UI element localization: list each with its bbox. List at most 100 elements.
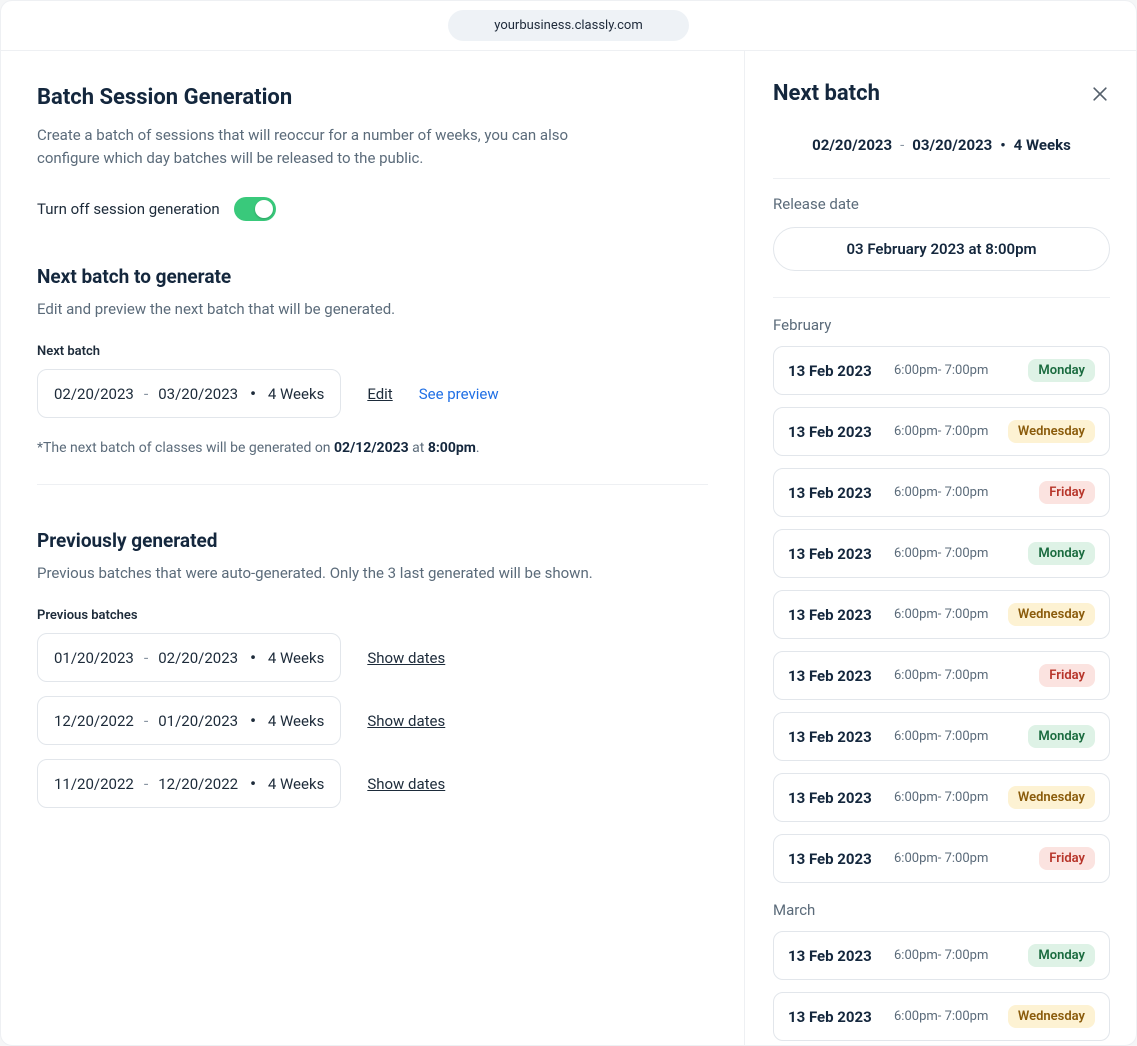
previous-field-label: Previous batches xyxy=(37,608,708,623)
dash-icon: - xyxy=(900,136,904,154)
previous-title: Previously generated xyxy=(37,529,708,552)
note-date: 02/12/2023 xyxy=(334,440,409,456)
date-card-time: 6:00pm- 7:00pm xyxy=(894,1009,996,1024)
page-description: Create a batch of sessions that will reo… xyxy=(37,124,597,169)
previous-batch-pill: 11/20/2022-12/20/2022•4 Weeks xyxy=(37,759,341,808)
show-dates-link[interactable]: Show dates xyxy=(367,712,445,730)
previous-batch-row: 11/20/2022-12/20/2022•4 Weeks Show dates xyxy=(37,759,708,808)
prev-batch-end: 02/20/2023 xyxy=(158,649,238,667)
note-prefix: *The next batch of classes will be gener… xyxy=(37,440,334,456)
side-range-weeks: 4 Weeks xyxy=(1014,136,1071,154)
date-card-time: 6:00pm- 7:00pm xyxy=(894,668,1027,683)
prev-batch-start: 11/20/2022 xyxy=(54,775,134,793)
date-card-date: 13 Feb 2023 xyxy=(788,789,882,807)
next-batch-weeks: 4 Weeks xyxy=(268,385,324,403)
note-time: 8:00pm xyxy=(428,440,476,456)
previous-batch-row: 01/20/2023-02/20/2023 • 4 Weeks Show dates xyxy=(37,633,708,682)
day-badge: Monday xyxy=(1028,725,1095,748)
day-badge: Monday xyxy=(1028,359,1095,382)
see-preview-link[interactable]: See preview xyxy=(419,385,499,403)
date-card-date: 13 Feb 2023 xyxy=(788,484,882,502)
date-card-date: 13 Feb 2023 xyxy=(788,947,882,965)
date-card-time: 6:00pm- 7:00pm xyxy=(894,851,1027,866)
page-title: Batch Session Generation xyxy=(37,85,708,110)
dash-icon: - xyxy=(144,384,148,403)
date-card: 13 Feb 2023 6:00pm- 7:00pm Monday xyxy=(773,529,1110,578)
day-badge: Friday xyxy=(1039,664,1095,687)
day-badge: Wednesday xyxy=(1008,786,1095,809)
url-pill: yourbusiness.classly.com xyxy=(448,10,688,41)
date-card-time: 6:00pm- 7:00pm xyxy=(894,948,1016,963)
note-at: at xyxy=(409,440,428,456)
day-badge: Monday xyxy=(1028,542,1095,565)
dash-icon: - xyxy=(144,774,148,793)
date-card: 13 Feb 2023 6:00pm- 7:00pm Monday xyxy=(773,712,1110,761)
prev-batch-end: 12/20/2022 xyxy=(158,775,238,793)
main-panel: Batch Session Generation Create a batch … xyxy=(1,51,744,1045)
date-card-date: 13 Feb 2023 xyxy=(788,545,882,563)
date-card-time: 6:00pm- 7:00pm xyxy=(894,729,1016,744)
date-card: 13 Feb 2023 6:00pm- 7:00pm Friday xyxy=(773,468,1110,517)
session-generation-toggle[interactable] xyxy=(234,197,276,221)
date-card: 13 Feb 20236:00pm- 7:00pmFriday xyxy=(773,651,1110,700)
date-card-time: 6:00pm- 7:00pm xyxy=(894,424,996,439)
date-card-date: 13 Feb 2023 xyxy=(788,606,882,624)
date-card-time: 6:00pm- 7:00pm xyxy=(894,546,1016,561)
dot-icon: • xyxy=(250,384,256,403)
prev-batch-weeks: 4 Weeks xyxy=(268,775,324,793)
date-card: 13 Feb 2023 6:00pm- 7:00pm Wednesday xyxy=(773,590,1110,639)
prev-batch-end: 01/20/2023 xyxy=(158,712,238,730)
next-batch-start: 02/20/2023 xyxy=(54,385,134,403)
next-batch-field-label: Next batch xyxy=(37,344,708,359)
date-card-date: 13 Feb 2023 xyxy=(788,728,882,746)
date-card-date: 13 Feb 2023 xyxy=(788,1008,882,1026)
dash-icon: - xyxy=(144,648,148,667)
release-date-value: 03 February 2023 at 8:00pm xyxy=(773,227,1110,271)
note-suffix: . xyxy=(476,440,480,456)
previous-desc: Previous batches that were auto-generate… xyxy=(37,564,708,582)
side-panel-title: Next batch xyxy=(773,81,880,106)
edit-link[interactable]: Edit xyxy=(367,385,392,403)
close-icon[interactable] xyxy=(1090,84,1110,104)
side-range: 02/20/2023-03/20/2023•4 Weeks xyxy=(773,136,1110,154)
date-card-time: 6:00pm- 7:00pm xyxy=(894,363,1016,378)
day-badge: Wednesday xyxy=(1008,603,1095,626)
prev-batch-weeks: 4 Weeks xyxy=(268,649,324,667)
prev-batch-start: 12/20/2022 xyxy=(54,712,134,730)
next-batch-section: Next batch to generate Edit and preview … xyxy=(37,265,708,485)
date-card-time: 6:00pm- 7:00pm xyxy=(894,607,996,622)
previous-batch-pill: 01/20/2023-02/20/2023 • 4 Weeks xyxy=(37,633,341,682)
date-card-time: 6:00pm- 7:00pm xyxy=(894,790,996,805)
toggle-label: Turn off session generation xyxy=(37,200,220,218)
titlebar: yourbusiness.classly.com xyxy=(1,1,1136,51)
app-window: yourbusiness.classly.com Batch Session G… xyxy=(0,0,1137,1046)
show-dates-link[interactable]: Show dates xyxy=(367,649,445,667)
date-card-date: 13 Feb 2023 xyxy=(788,362,882,380)
month-title: February xyxy=(773,316,1110,334)
prev-batch-start: 01/20/2023 xyxy=(54,649,134,667)
next-batch-note: *The next batch of classes will be gener… xyxy=(37,440,708,456)
previous-list: 01/20/2023-02/20/2023•4 WeeksShow dates1… xyxy=(37,633,708,808)
date-card: 13 Feb 20236:00pm- 7:00pmMonday xyxy=(773,931,1110,980)
day-badge: Friday xyxy=(1039,481,1095,504)
side-panel-header: Next batch xyxy=(773,81,1110,106)
show-dates-link[interactable]: Show dates xyxy=(367,775,445,793)
month-title: March xyxy=(773,901,1110,919)
previous-section: Previously generated Previous batches th… xyxy=(37,529,708,808)
date-card: 13 Feb 2023 6:00pm- 7:00pm Wednesday xyxy=(773,773,1110,822)
date-card: 13 Feb 20236:00pm- 7:00pmFriday xyxy=(773,834,1110,883)
date-card: 13 Feb 2023 6:00pm- 7:00pm Monday xyxy=(773,346,1110,395)
day-badge: Wednesday xyxy=(1008,1005,1095,1028)
next-batch-pill: 02/20/2023 - 03/20/2023 • 4 Weeks xyxy=(37,369,341,418)
previous-batch-pill: 12/20/2022-01/20/2023•4 Weeks xyxy=(37,696,341,745)
side-range-end: 03/20/2023 xyxy=(912,136,992,154)
side-range-start: 02/20/2023 xyxy=(812,136,892,154)
divider xyxy=(773,297,1110,298)
divider xyxy=(773,178,1110,179)
dot-icon: • xyxy=(250,648,256,667)
date-groups: February13 Feb 20236:00pm- 7:00pmMonday1… xyxy=(773,316,1110,1041)
date-card: 13 Feb 20236:00pm- 7:00pmWednesday xyxy=(773,407,1110,456)
content: Batch Session Generation Create a batch … xyxy=(1,51,1136,1045)
date-card-time: 6:00pm- 7:00pm xyxy=(894,485,1027,500)
next-batch-desc: Edit and preview the next batch that wil… xyxy=(37,300,708,318)
